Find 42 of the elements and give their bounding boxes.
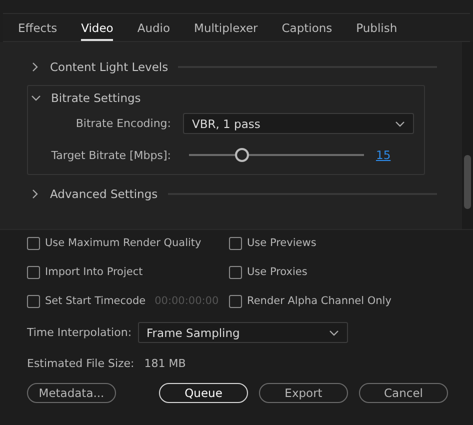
dropdown-value: Frame Sampling	[146, 326, 240, 340]
chevron-right-icon[interactable]	[30, 189, 40, 199]
chevron-down-icon[interactable]	[31, 94, 41, 102]
chevron-right-icon[interactable]	[30, 62, 40, 72]
checkbox-label: Use Proxies	[247, 266, 308, 278]
tab[interactable]: Audio	[137, 14, 170, 41]
section-title[interactable]: Advanced Settings	[50, 187, 158, 201]
section-title[interactable]: Bitrate Settings	[51, 91, 141, 105]
checkbox[interactable]	[27, 294, 40, 308]
checkbox[interactable]	[27, 236, 40, 250]
tab[interactable]: Effects	[18, 14, 58, 41]
value-link[interactable]: 15	[376, 148, 391, 162]
checkbox[interactable]	[229, 294, 242, 308]
field-label: Target Bitrate [Mbps]:	[51, 148, 171, 162]
field-label: Estimated File Size:	[27, 357, 134, 370]
checkbox[interactable]	[27, 266, 40, 278]
section-title[interactable]: Content Light Levels	[50, 60, 168, 74]
checkbox-label: Render Alpha Channel Only	[247, 295, 392, 307]
dropdown[interactable]: Frame Sampling	[138, 322, 348, 343]
button[interactable]: Metadata...	[27, 383, 116, 403]
tab[interactable]: Captions	[282, 14, 332, 41]
caret-icon	[328, 328, 339, 336]
field-label: Time Interpolation:	[27, 326, 132, 339]
timecode-field: 00:00:00:00	[154, 295, 219, 307]
checkbox-label: Use Previews	[247, 237, 316, 249]
button[interactable]: Cancel	[359, 383, 448, 403]
field-label: Bitrate Encoding:	[76, 117, 171, 130]
checkbox-label: Use Maximum Render Quality	[45, 237, 202, 249]
dropdown[interactable]: VBR, 1 pass	[183, 113, 414, 134]
checkbox[interactable]	[229, 266, 242, 278]
checkbox-label: Set Start Timecode	[45, 295, 146, 307]
dropdown-value: VBR, 1 pass	[192, 116, 260, 130]
checkbox[interactable]	[229, 236, 242, 250]
slider-thumb[interactable]	[234, 148, 248, 162]
button[interactable]: Queue	[159, 383, 248, 403]
file-size-value: 181 MB	[144, 357, 186, 370]
tab[interactable]: Publish	[356, 14, 398, 41]
caret-icon	[395, 120, 405, 128]
tab[interactable]: Multiplexer	[194, 14, 258, 41]
scrollbar[interactable]	[462, 42, 473, 229]
checkbox-label: Import Into Project	[45, 266, 143, 278]
button[interactable]: Export	[259, 383, 348, 403]
